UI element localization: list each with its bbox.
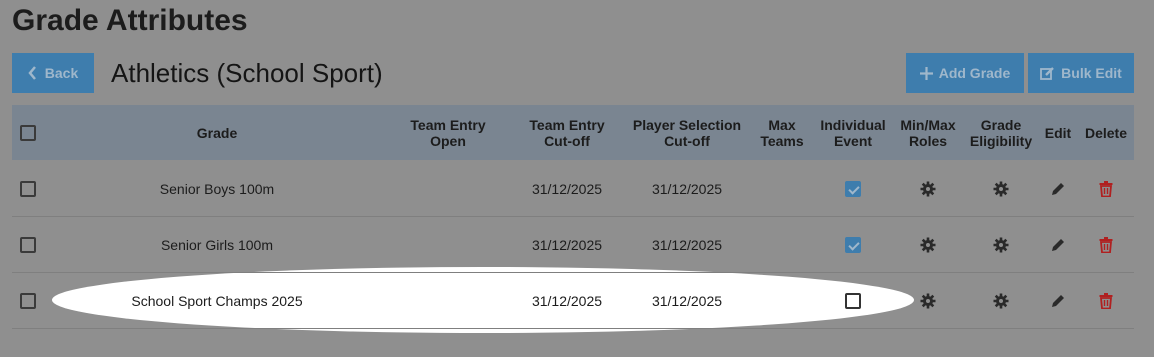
min-max-roles-button[interactable]: [896, 273, 960, 329]
gear-icon: [993, 237, 1009, 253]
pencil-icon: [1050, 237, 1066, 253]
pencil-icon: [1050, 293, 1066, 309]
max-teams: [757, 217, 807, 273]
trash-icon: [1099, 181, 1113, 197]
trash-icon: [1099, 293, 1113, 309]
header-team-entry-open[interactable]: Team Entry Open: [398, 105, 498, 160]
trash-icon: [1099, 237, 1113, 253]
bulk-edit-button[interactable]: Bulk Edit: [1028, 53, 1134, 93]
table-row: Senior Boys 100m 31/12/2025 31/12/2025: [12, 161, 1134, 217]
grade-eligibility-button[interactable]: [967, 161, 1035, 217]
header-grade[interactable]: Grade: [72, 105, 362, 160]
back-button[interactable]: Back: [12, 53, 94, 93]
back-button-label: Back: [44, 65, 79, 81]
delete-button[interactable]: [1082, 161, 1130, 217]
player-selection-cutoff: 31/12/2025: [651, 237, 723, 253]
player-selection-cutoff: 31/12/2025: [651, 293, 723, 309]
plus-icon: [919, 66, 933, 80]
gear-icon: [920, 293, 936, 309]
table-row: School Sport Champs 2025 31/12/2025 31/1…: [12, 273, 1134, 329]
team-entry-cutoff: 31/12/2025: [531, 237, 603, 253]
gear-icon: [993, 293, 1009, 309]
header-max-teams[interactable]: Max Teams: [757, 105, 807, 160]
header-grade-eligibility[interactable]: Grade Eligibility: [967, 105, 1035, 160]
edit-button[interactable]: [1040, 161, 1076, 217]
select-all-checkbox[interactable]: [20, 124, 36, 141]
add-grade-label: Add Grade: [938, 65, 1011, 81]
team-entry-open: [398, 161, 498, 217]
delete-button[interactable]: [1082, 217, 1130, 273]
player-selection-cutoff: 31/12/2025: [651, 181, 723, 197]
individual-event-checkbox[interactable]: [845, 293, 861, 309]
team-entry-cutoff: 31/12/2025: [531, 181, 603, 197]
select-all-cell: [12, 105, 44, 160]
sport-title: Athletics (School Sport): [111, 58, 383, 88]
gear-icon: [920, 181, 936, 197]
max-teams: [757, 273, 807, 329]
header-min-max-roles[interactable]: Min/Max Roles: [896, 105, 960, 160]
edit-button[interactable]: [1040, 217, 1076, 273]
row-checkbox[interactable]: [20, 237, 36, 253]
table-row: Senior Girls 100m 31/12/2025 31/12/2025: [12, 217, 1134, 273]
header-edit: Edit: [1044, 124, 1072, 141]
team-entry-open: [398, 217, 498, 273]
bulk-edit-label: Bulk Edit: [1061, 65, 1122, 81]
delete-button[interactable]: [1082, 273, 1130, 329]
grade-name: Senior Boys 100m: [159, 181, 275, 197]
grade-name: School Sport Champs 2025: [131, 293, 303, 309]
individual-event-checkbox[interactable]: [845, 181, 861, 197]
header-individual-event[interactable]: Individual Event: [818, 105, 888, 160]
team-entry-open: [398, 273, 498, 329]
add-grade-button[interactable]: Add Grade: [906, 53, 1024, 93]
page-title: Grade Attributes: [12, 4, 248, 37]
grade-eligibility-button[interactable]: [967, 217, 1035, 273]
header-player-selection-cutoff[interactable]: Player Selection Cut-off: [627, 105, 747, 160]
header-delete: Delete: [1084, 124, 1128, 141]
grade-eligibility-button[interactable]: [967, 273, 1035, 329]
max-teams: [757, 161, 807, 217]
grade-name: Senior Girls 100m: [160, 237, 274, 253]
header-team-entry-cutoff[interactable]: Team Entry Cut-off: [517, 105, 617, 160]
row-checkbox[interactable]: [20, 293, 36, 309]
gear-icon: [993, 181, 1009, 197]
team-entry-cutoff: 31/12/2025: [531, 293, 603, 309]
min-max-roles-button[interactable]: [896, 217, 960, 273]
edit-button[interactable]: [1040, 273, 1076, 329]
gear-icon: [920, 237, 936, 253]
pencil-icon: [1050, 181, 1066, 197]
individual-event-checkbox[interactable]: [845, 237, 861, 253]
row-checkbox[interactable]: [20, 181, 36, 197]
table-header: Grade Team Entry Open Team Entry Cut-off…: [12, 105, 1134, 160]
edit-square-icon: [1040, 66, 1055, 81]
chevron-left-icon: [28, 66, 37, 80]
min-max-roles-button[interactable]: [896, 161, 960, 217]
